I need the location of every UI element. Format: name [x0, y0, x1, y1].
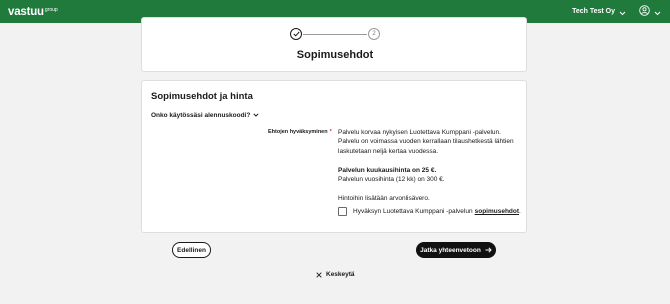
- chevron-down-icon: [253, 112, 259, 119]
- chevron-down-icon: [654, 3, 661, 21]
- back-button[interactable]: Edellinen: [172, 242, 211, 258]
- vastuu-group-logo[interactable]: vastuu group: [8, 6, 58, 18]
- terms-label-text: Ehtojen hyväksyminen: [268, 129, 328, 135]
- logo-text: vastuu: [8, 5, 44, 18]
- accept-period: .: [519, 208, 521, 215]
- check-icon: [292, 31, 300, 37]
- company-switcher[interactable]: Tech Test Oy: [572, 3, 626, 21]
- discount-code-toggle[interactable]: Onko käytössäsi alennuskoodi?: [151, 112, 259, 119]
- accept-terms-text: Hyväksyn Luotettava Kumppani -palvelun: [353, 208, 473, 215]
- discount-code-label: Onko käytössäsi alennuskoodi?: [151, 112, 251, 119]
- terms-line: Palvelu on voimassa vuoden kerrallaan ti…: [338, 138, 514, 146]
- user-menu[interactable]: [639, 3, 661, 21]
- chevron-down-icon: [619, 3, 626, 21]
- continue-button-label: Jatka yhteenvetoon: [420, 246, 481, 254]
- logo-sup-text: group: [44, 6, 58, 13]
- terms-acceptance-label: Ehtojen hyväksyminen *: [268, 129, 332, 135]
- header-right: Tech Test Oy: [572, 3, 661, 21]
- stepper: 2: [290, 28, 380, 40]
- step-2: 2: [368, 28, 380, 40]
- arrow-right-icon: [485, 247, 492, 253]
- accept-terms-checkbox[interactable]: [338, 207, 347, 216]
- close-icon: [316, 271, 322, 278]
- terms-line: Palvelu korvaa nykyisen Luotettava Kumpp…: [338, 129, 501, 136]
- yearly-price: Palvelun vuosihinta (12 kk) on 300 €.: [338, 176, 445, 184]
- page-title: Sopimusehdot: [296, 49, 374, 61]
- terms-card: Sopimusehdot ja hinta Onko käytössäsi al…: [141, 80, 527, 233]
- terms-link[interactable]: sopimusehdot: [475, 208, 519, 215]
- terms-line: laskutetaan neljä kertaa vuodessa.: [338, 147, 439, 155]
- section-title: Sopimusehdot ja hinta: [151, 91, 253, 102]
- monthly-price: Palvelun kuukausihinta on 25 €.: [338, 166, 437, 174]
- company-name: Tech Test Oy: [572, 8, 615, 15]
- user-icon: [639, 3, 650, 21]
- terms-description: Palvelu korvaa nykyisen Luotettava Kumpp…: [338, 128, 524, 203]
- cancel-button[interactable]: Keskeytä: [316, 271, 355, 278]
- cancel-label: Keskeytä: [326, 271, 355, 278]
- steps-card: 2 Sopimusehdot: [141, 17, 527, 72]
- accept-terms-row: Hyväksyn Luotettava Kumppani -palvelun s…: [338, 207, 521, 216]
- required-mark: *: [329, 129, 332, 135]
- vat-note: Hintoihin lisätään arvonlisävero.: [338, 194, 430, 202]
- continue-button[interactable]: Jatka yhteenvetoon: [416, 242, 496, 258]
- step-completed: [290, 28, 302, 40]
- step-connector: [303, 33, 367, 35]
